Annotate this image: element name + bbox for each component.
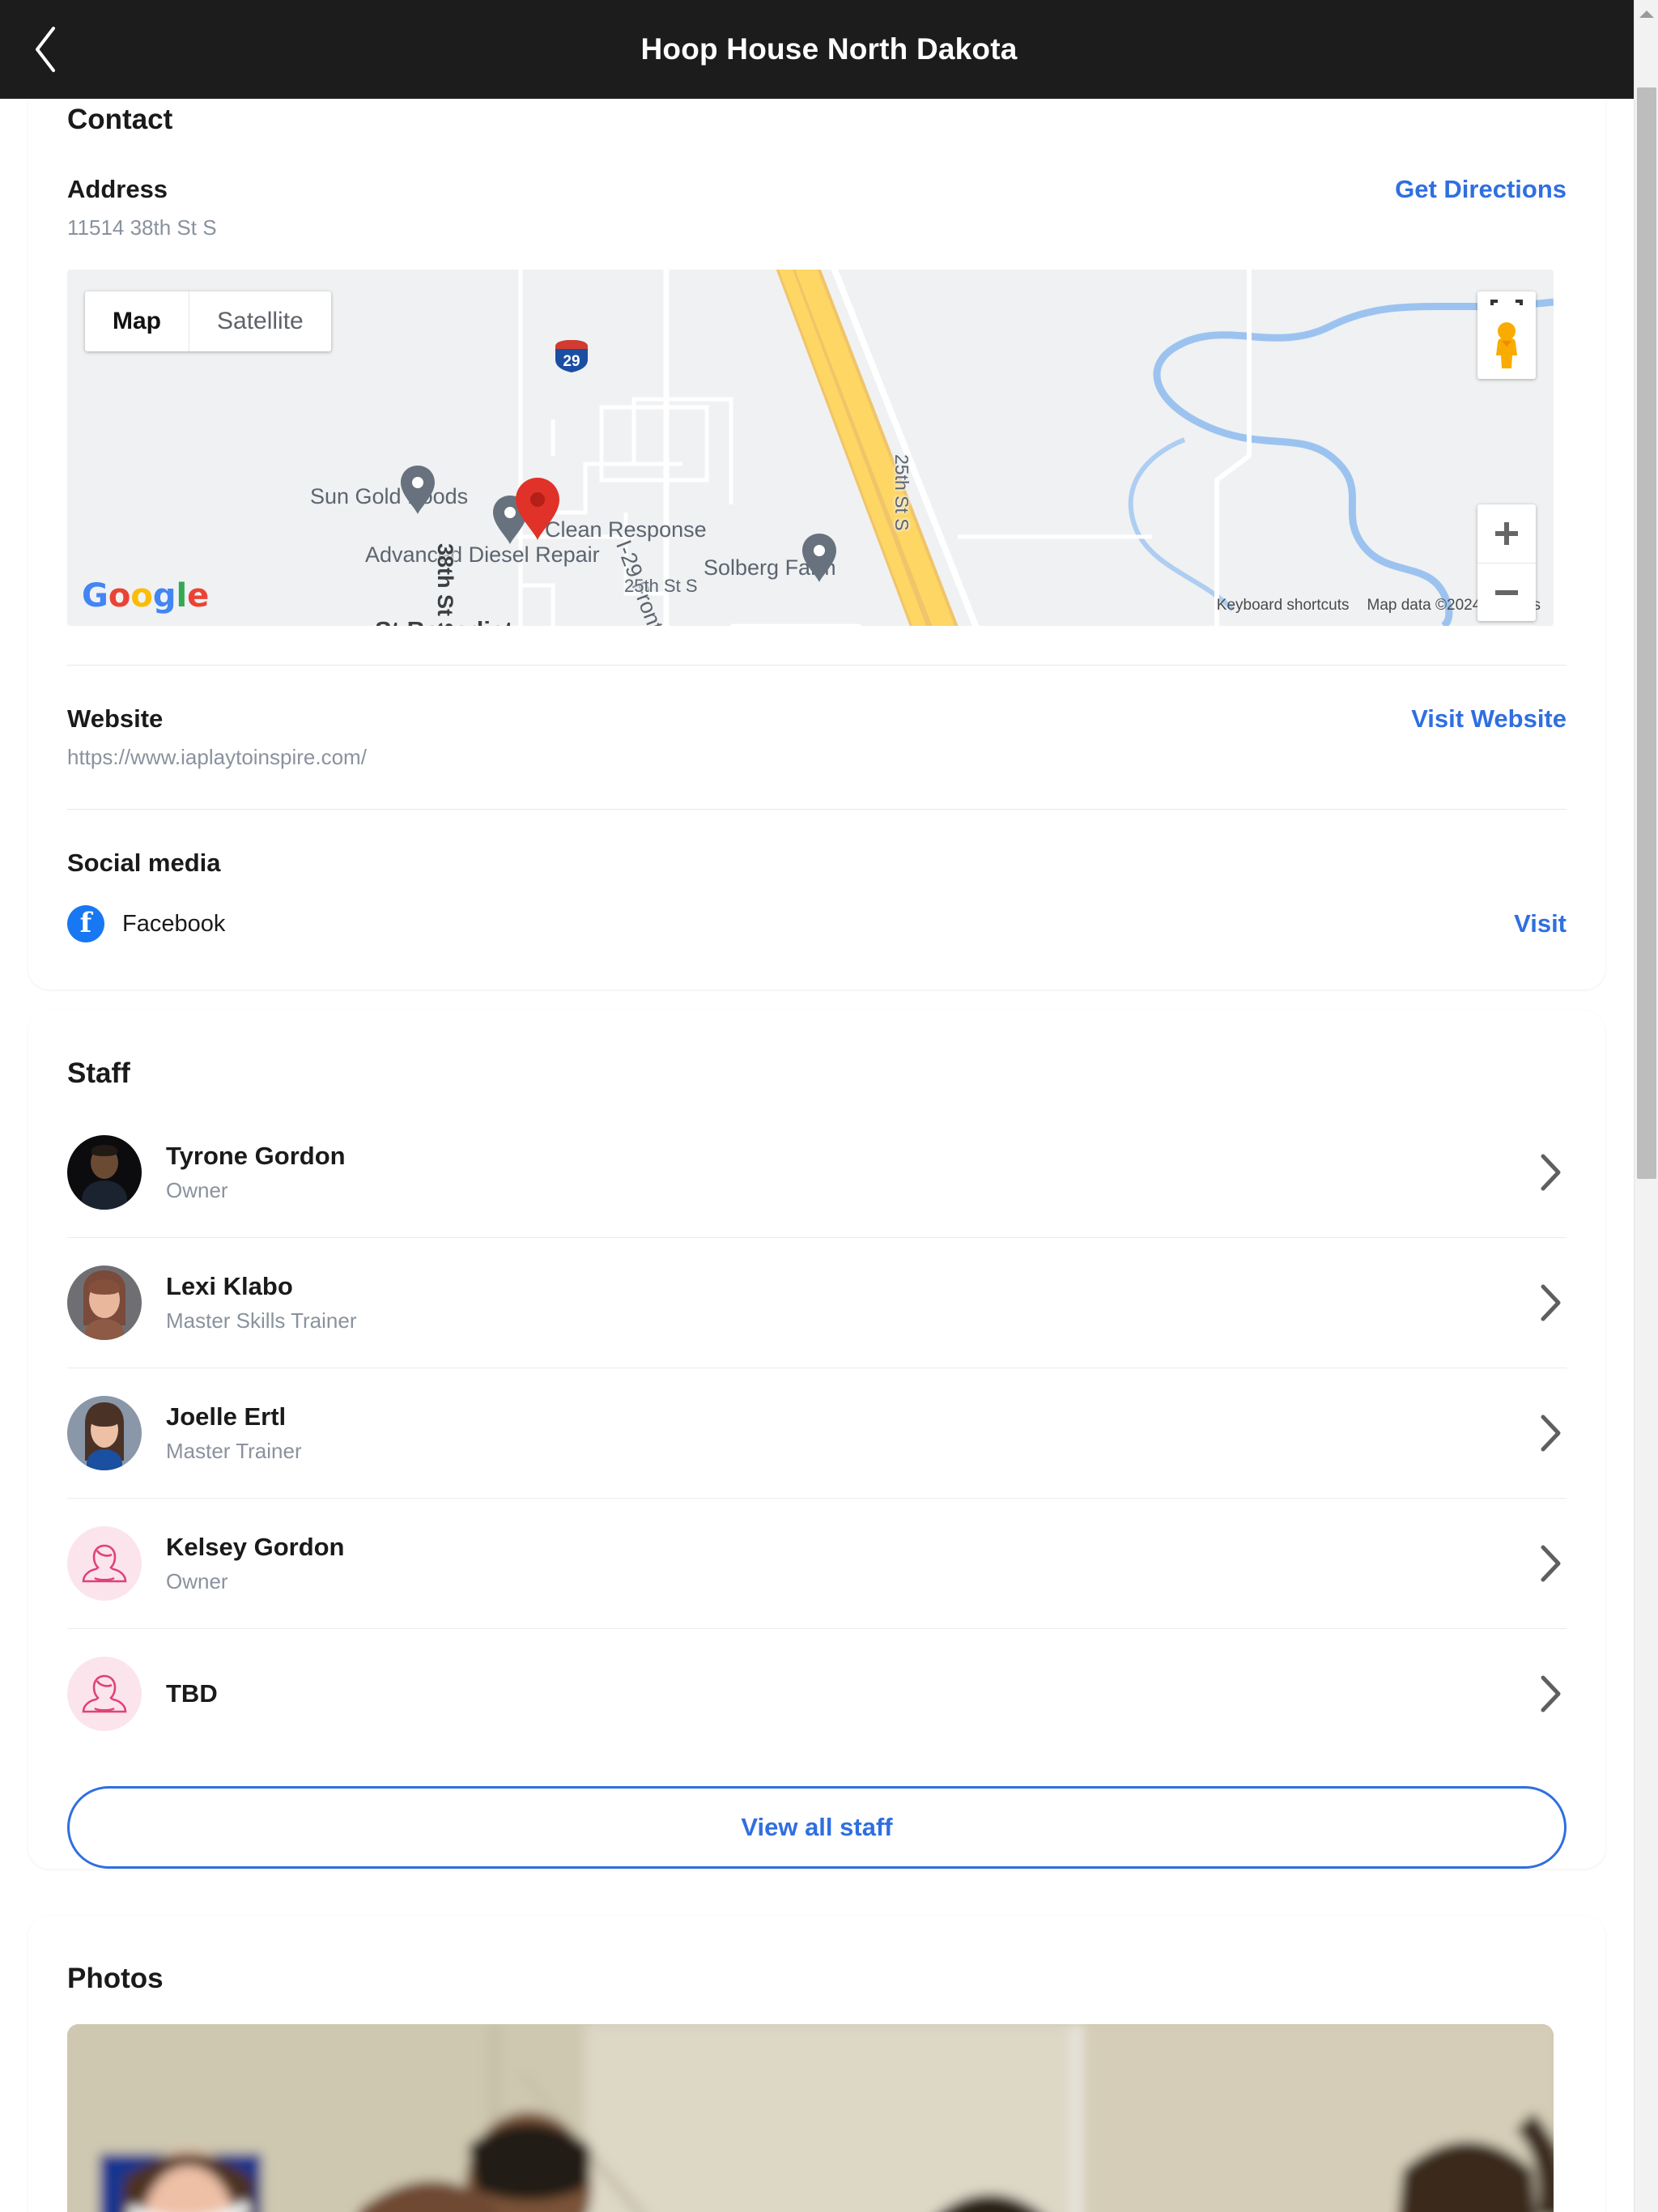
staff-role: Owner [166,1569,228,1593]
address-value: 11514 38th St S [67,215,217,240]
vertical-scrollbar[interactable] [1634,0,1658,2212]
chevron-right-icon[interactable] [1534,1674,1567,1713]
website-row: Website Visit Website [67,666,1567,734]
app-screen: Contact Address Get Directions 11514 38t… [0,0,1658,2212]
staff-card: Staff Tyrone Gordon Owner Lexi Klabo Mas… [28,1010,1605,1869]
map-label-clean-response: Clean Response [545,517,707,542]
staff-row-tbd[interactable]: TBD [67,1628,1567,1759]
social-media-header: Social media [67,810,1567,878]
map-label-sun-gold-foods: Sun Gold Foods [310,484,469,508]
staff-name: Tyrone Gordon [166,1142,346,1170]
map-embed[interactable]: Map Satellite 29 Sun Gold Foods Clean Re… [67,270,1554,626]
avatar-joelle-ertl [67,1396,142,1470]
avatar-tyrone-gordon [67,1135,142,1210]
scrollbar-thumb[interactable] [1637,87,1656,1179]
facebook-icon [67,905,104,942]
photo-thumbnail[interactable] [67,2024,1554,2212]
chevron-right-icon[interactable] [1534,1414,1567,1453]
street-view-pegman-control[interactable] [1477,291,1536,379]
chevron-right-icon[interactable] [1534,1283,1567,1322]
staff-role: Owner [166,1178,228,1202]
google-logo: Google [82,577,210,615]
avatar-placeholder-kelsey-gordon [67,1526,142,1601]
map-label-25th-st-s-east: 25th St S [891,454,912,531]
chevron-right-icon[interactable] [1534,1544,1567,1583]
pegman-icon[interactable] [1490,320,1524,374]
view-all-staff-button[interactable]: View all staff [67,1786,1567,1869]
caret-up-icon[interactable] [1639,8,1655,23]
facebook-visit-link[interactable]: Visit [1514,909,1567,938]
page-title: Hoop House North Dakota [640,32,1018,66]
contact-card: Contact Address Get Directions 11514 38t… [28,57,1605,989]
social-name-facebook: Facebook [122,910,226,937]
social-row-facebook[interactable]: Facebook Visit [67,878,1567,989]
back-button[interactable] [18,21,74,78]
social-media-label: Social media [67,849,221,877]
website-label: Website [67,704,164,733]
fullscreen-icon[interactable] [1490,300,1523,317]
map-marker-selected-location[interactable] [512,477,563,546]
staff-row-joelle-ertl[interactable]: Joelle Ertl Master Trainer [67,1368,1567,1498]
staff-role: Master Trainer [166,1439,302,1463]
staff-name: Kelsey Gordon [166,1533,345,1561]
app-header: Hoop House North Dakota [0,0,1658,99]
get-directions-link[interactable]: Get Directions [1395,175,1567,204]
map-marker-solberg-farm[interactable] [800,533,839,587]
zoom-out-button[interactable] [1477,563,1536,621]
avatar-placeholder-tbd [67,1657,142,1731]
map-label-25th-st-s: 25th St S [624,576,698,596]
svg-text:29: 29 [563,353,580,370]
keyboard-shortcuts-link[interactable]: Keyboard shortcuts [1217,597,1350,615]
map-type-toggle[interactable]: Map Satellite [85,291,331,351]
zoom-in-button[interactable] [1477,504,1536,563]
staff-row-kelsey-gordon[interactable]: Kelsey Gordon Owner [67,1498,1567,1628]
map-type-satellite[interactable]: Satellite [189,291,331,351]
staff-name: TBD [166,1679,218,1708]
staff-name: Joelle Ertl [166,1402,287,1431]
map-type-map[interactable]: Map [85,291,189,351]
page-content: Contact Address Get Directions 11514 38t… [0,57,1634,2212]
website-value: https://www.iaplaytoinspire.com/ [67,745,367,769]
staff-role: Master Skills Trainer [166,1308,357,1333]
scroll-area: Contact Address Get Directions 11514 38t… [0,0,1634,2212]
map-zoom-control[interactable] [1477,504,1536,621]
map-label-advanced-diesel-repair: Advanced Diesel Repair [365,542,600,567]
interstate-29-shield: 29 [553,338,590,378]
map-marker-sun-gold-foods[interactable] [398,465,437,519]
staff-row-lexi-klabo[interactable]: Lexi Klabo Master Skills Trainer [67,1237,1567,1368]
address-row: Address Get Directions [67,136,1567,204]
chevron-right-icon[interactable] [1534,1153,1567,1192]
photos-section-title: Photos [67,1963,164,1994]
avatar-lexi-klabo [67,1266,142,1340]
staff-row-tyrone-gordon[interactable]: Tyrone Gordon Owner [67,1108,1567,1237]
staff-section-title: Staff [67,1057,130,1089]
map-data-attribution: Map data ©2024 [1367,597,1482,614]
map-label-38th-st-s: 38th St S [433,543,457,626]
photo-graphic [67,2024,1554,2212]
visit-website-link[interactable]: Visit Website [1411,704,1567,734]
staff-name: Lexi Klabo [166,1272,293,1300]
chevron-left-icon [36,27,55,72]
photos-card: Photos [28,1916,1605,2212]
address-label: Address [67,175,168,203]
